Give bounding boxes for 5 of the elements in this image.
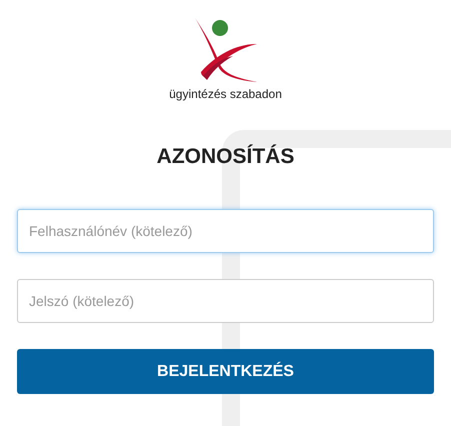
input-field[interactable]: Jelszó (kötelező) <box>17 279 434 323</box>
input-field[interactable]: Felhasználónév (kötelező) <box>17 209 434 253</box>
logo-tagline: ügyintézés szabadon <box>169 87 282 101</box>
page-title: AZONOSÍTÁS <box>156 145 294 169</box>
login-button[interactable]: BEJELENTKEZÉS <box>17 349 434 394</box>
